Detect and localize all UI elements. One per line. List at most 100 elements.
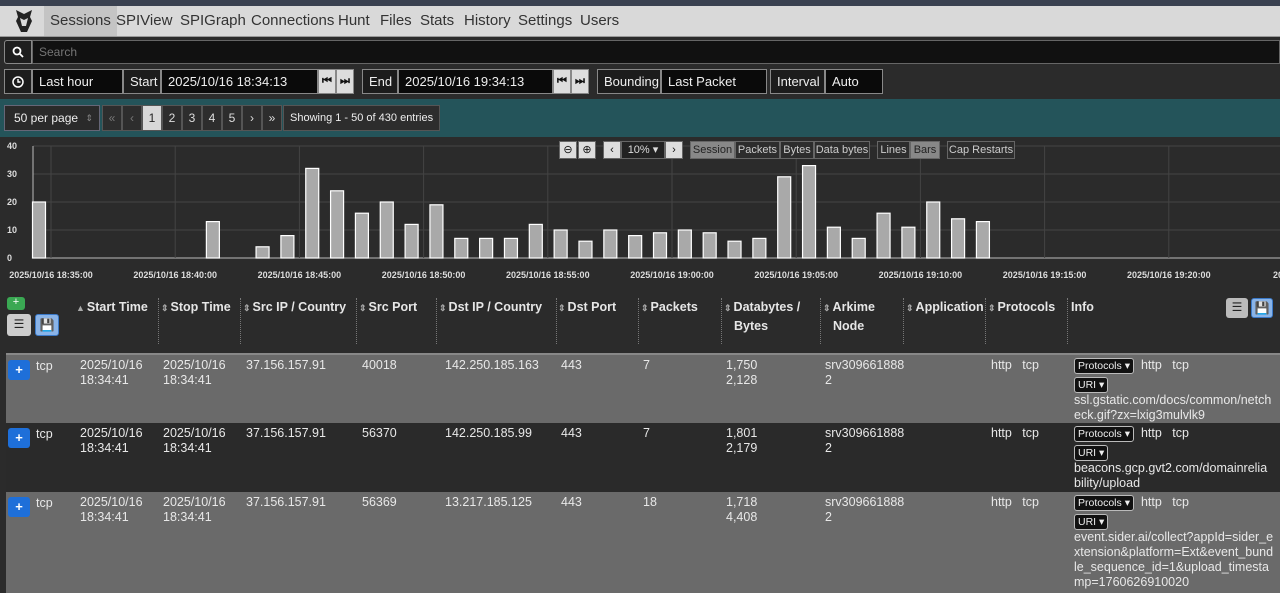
- nav-spiview[interactable]: SPIView: [110, 6, 178, 36]
- info-protocols-dropdown[interactable]: Protocols ▾: [1074, 426, 1134, 442]
- start-latest-icon[interactable]: ⏭: [336, 69, 354, 94]
- cell-dst-port[interactable]: 443: [561, 495, 582, 510]
- col-resize[interactable]: [436, 298, 438, 344]
- info-protocol-http[interactable]: http: [1141, 358, 1162, 372]
- databytes-value[interactable]: 1,801: [726, 426, 757, 440]
- search-input[interactable]: [32, 40, 1280, 64]
- type-session-button[interactable]: Session: [690, 141, 735, 159]
- end-latest-icon[interactable]: ⏭: [571, 69, 589, 94]
- nav-users[interactable]: Users: [574, 6, 625, 36]
- search-icon[interactable]: [4, 40, 32, 64]
- zoom-in-icon[interactable]: ⊕: [578, 141, 596, 159]
- node-value[interactable]: srv309661888: [825, 358, 904, 372]
- protocol-tcp[interactable]: tcp: [1022, 358, 1039, 372]
- protocol-http[interactable]: http: [991, 495, 1012, 509]
- zoom-percent-select[interactable]: 10% ▾: [621, 141, 665, 159]
- col-resize[interactable]: [356, 298, 358, 344]
- style-bars-button[interactable]: Bars: [910, 141, 940, 159]
- start-earliest-icon[interactable]: ⏮: [318, 69, 336, 94]
- col-resize[interactable]: [820, 298, 822, 344]
- per-page-select[interactable]: 50 per page ⇕: [4, 105, 100, 131]
- add-column-icon[interactable]: +: [7, 297, 25, 310]
- info-save-icon[interactable]: 💾: [1251, 298, 1273, 318]
- protocol-http[interactable]: http: [991, 426, 1012, 440]
- header-src-ip[interactable]: ⇕ Src IP / Country: [243, 298, 346, 317]
- info-protocol-http[interactable]: http: [1141, 495, 1162, 509]
- cell-packets[interactable]: 18: [643, 495, 657, 510]
- info-uri-dropdown[interactable]: URI ▾: [1074, 445, 1109, 461]
- end-earliest-icon[interactable]: ⏮: [553, 69, 571, 94]
- cell-packets[interactable]: 7: [643, 358, 650, 373]
- cell-dst-port[interactable]: 443: [561, 358, 582, 373]
- pan-left-icon[interactable]: ‹: [603, 141, 621, 159]
- header-start-time[interactable]: ▲ Start Time: [76, 298, 148, 317]
- arkime-owl-logo-icon[interactable]: [10, 8, 38, 34]
- save-columns-icon[interactable]: 💾: [35, 314, 59, 336]
- table-row[interactable]: + tcp 2025/10/16 18:34:41 2025/10/16 18:34…: [6, 355, 1280, 423]
- cell-src-port[interactable]: 40018: [362, 358, 397, 373]
- pager-page-3[interactable]: 3: [182, 105, 202, 131]
- bounding-select[interactable]: Last Packet: [661, 69, 767, 94]
- info-uri-dropdown[interactable]: URI ▾: [1074, 514, 1109, 530]
- cell-dst-ip[interactable]: 142.250.185.99: [445, 426, 532, 441]
- databytes-value[interactable]: 1,750: [726, 358, 757, 372]
- info-uri-value[interactable]: event.sider.ai/collect?appId=sider_exten…: [1074, 530, 1273, 589]
- cell-dst-ip[interactable]: 142.250.185.163: [445, 358, 539, 373]
- info-column-menu-icon[interactable]: ☰: [1226, 298, 1248, 318]
- info-protocol-tcp[interactable]: tcp: [1172, 495, 1189, 509]
- info-protocol-http[interactable]: http: [1141, 426, 1162, 440]
- nav-stats[interactable]: Stats: [414, 6, 460, 36]
- type-databytes-button[interactable]: Data bytes: [814, 141, 870, 159]
- info-protocols-dropdown[interactable]: Protocols ▾: [1074, 495, 1134, 511]
- pager-prev[interactable]: ‹: [122, 105, 142, 131]
- nav-connections[interactable]: Connections: [245, 6, 340, 36]
- header-protocols[interactable]: ⇕ Protocols: [988, 298, 1055, 317]
- info-protocol-tcp[interactable]: tcp: [1172, 358, 1189, 372]
- col-resize[interactable]: [721, 298, 723, 344]
- cell-packets[interactable]: 7: [643, 426, 650, 441]
- interval-select[interactable]: Auto: [825, 69, 883, 94]
- cell-dst-ip[interactable]: 13.217.185.125: [445, 495, 532, 510]
- header-dst-port[interactable]: ⇕ Dst Port: [558, 298, 616, 317]
- end-time-input[interactable]: 2025/10/16 19:34:13: [398, 69, 553, 94]
- nav-sessions[interactable]: Sessions: [44, 6, 117, 36]
- expand-row-icon[interactable]: +: [8, 360, 30, 380]
- style-lines-button[interactable]: Lines: [877, 141, 910, 159]
- node-value[interactable]: srv309661888: [825, 426, 904, 440]
- nav-history[interactable]: History: [458, 6, 517, 36]
- cell-src-port[interactable]: 56369: [362, 495, 397, 510]
- header-dst-ip[interactable]: ⇕ Dst IP / Country: [439, 298, 542, 317]
- pager-last[interactable]: »: [262, 105, 282, 131]
- type-packets-button[interactable]: Packets: [735, 141, 780, 159]
- info-uri-value[interactable]: beacons.gcp.gvt2.com/domainreliability/u…: [1074, 461, 1267, 490]
- table-row[interactable]: + tcp 2025/10/16 18:34:41 2025/10/16 18:34…: [6, 423, 1280, 492]
- cell-dst-port[interactable]: 443: [561, 426, 582, 441]
- node-value[interactable]: srv309661888: [825, 495, 904, 509]
- cell-src-ip[interactable]: 37.156.157.91: [246, 495, 326, 510]
- pan-right-icon[interactable]: ›: [665, 141, 683, 159]
- info-protocols-dropdown[interactable]: Protocols ▾: [1074, 358, 1134, 374]
- header-info[interactable]: Info: [1071, 298, 1094, 316]
- pager-page-1[interactable]: 1: [142, 105, 162, 131]
- expand-row-icon[interactable]: +: [8, 497, 30, 517]
- col-resize[interactable]: [1067, 298, 1069, 344]
- pager-next[interactable]: ›: [242, 105, 262, 131]
- cell-src-ip[interactable]: 37.156.157.91: [246, 358, 326, 373]
- protocol-http[interactable]: http: [991, 358, 1012, 372]
- nav-hunt[interactable]: Hunt: [332, 6, 376, 36]
- info-uri-dropdown[interactable]: URI ▾: [1074, 377, 1109, 393]
- column-menu-icon[interactable]: ☰: [7, 314, 31, 336]
- header-packets[interactable]: ⇕ Packets: [641, 298, 698, 317]
- time-range-select[interactable]: Last hour: [32, 69, 123, 94]
- nav-settings[interactable]: Settings: [512, 6, 578, 36]
- header-application[interactable]: ⇕ Application: [906, 298, 984, 317]
- header-src-port[interactable]: ⇕ Src Port: [359, 298, 417, 317]
- bytes-value[interactable]: 4,408: [726, 510, 757, 524]
- start-time-input[interactable]: 2025/10/16 18:34:13: [161, 69, 318, 94]
- nav-spigraph[interactable]: SPIGraph: [174, 6, 252, 36]
- col-resize[interactable]: [240, 298, 242, 344]
- table-row[interactable]: + tcp 2025/10/16 18:34:41 2025/10/16 18:34…: [6, 492, 1280, 593]
- col-resize[interactable]: [985, 298, 987, 344]
- pager-page-5[interactable]: 5: [222, 105, 242, 131]
- pager-page-2[interactable]: 2: [162, 105, 182, 131]
